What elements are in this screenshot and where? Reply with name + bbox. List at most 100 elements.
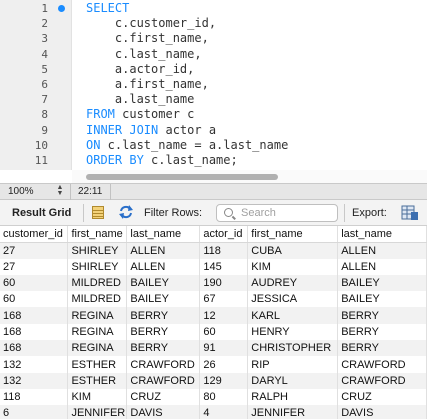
table-cell[interactable]: BAILEY (126, 274, 201, 292)
table-cell[interactable]: REGINA (67, 323, 128, 341)
filter-search-box[interactable] (216, 204, 338, 222)
table-cell[interactable]: CRAWFORD (126, 356, 201, 373)
table-cell[interactable]: DAVIS (337, 405, 427, 419)
table-cell[interactable]: JENNIFER (247, 405, 339, 419)
column-header[interactable]: first_name (247, 226, 339, 243)
table-cell[interactable]: DAVIS (126, 405, 201, 419)
table-cell[interactable]: RIP (247, 356, 339, 373)
column-header[interactable]: customer_id (0, 226, 69, 243)
table-row[interactable]: 132 ESTHER CRAWFORD 129 DARYL CRAWFORD (0, 372, 427, 389)
code-line[interactable]: 9 INNER JOIN actor a (0, 123, 427, 138)
column-header[interactable]: last_name (337, 226, 427, 243)
table-cell[interactable]: 168 (0, 307, 69, 324)
code-line[interactable]: 4 c.last_name, (0, 47, 427, 62)
table-cell[interactable]: 168 (0, 340, 69, 357)
table-cell[interactable]: BAILEY (337, 291, 427, 308)
table-cell[interactable]: KIM (67, 388, 128, 406)
table-cell[interactable]: BAILEY (337, 274, 427, 292)
code-line[interactable]: 11 ORDER BY c.last_name; (0, 153, 427, 168)
code-line[interactable]: 1 SELECT (0, 1, 427, 16)
table-cell[interactable]: BERRY (337, 307, 427, 324)
table-cell[interactable]: 6 (0, 405, 69, 419)
table-cell[interactable]: JESSICA (247, 291, 339, 308)
table-cell[interactable]: SHIRLEY (67, 242, 128, 259)
table-row[interactable]: 118 KIM CRUZ 80 RALPH CRUZ (0, 388, 427, 406)
table-cell[interactable]: BERRY (337, 323, 427, 341)
table-cell[interactable]: KARL (247, 307, 339, 324)
code-line[interactable]: 3 c.first_name, (0, 31, 427, 46)
scrollbar-thumb[interactable] (86, 174, 278, 180)
table-cell[interactable]: BERRY (126, 340, 201, 357)
table-row[interactable]: 168 REGINA BERRY 12 KARL BERRY (0, 307, 427, 324)
table-cell[interactable]: AUDREY (247, 274, 339, 292)
table-cell[interactable]: 168 (0, 323, 69, 341)
code-line[interactable]: 5 a.actor_id, (0, 62, 427, 77)
table-cell[interactable]: CRAWFORD (337, 356, 427, 373)
table-cell[interactable]: 118 (0, 388, 69, 406)
code-line[interactable]: 6 a.first_name, (0, 77, 427, 92)
table-row[interactable]: 27 SHIRLEY ALLEN 145 KIM ALLEN (0, 258, 427, 275)
table-cell[interactable]: JENNIFER (67, 405, 128, 419)
up-down-stepper-icon[interactable]: ▲ ▼ (55, 184, 65, 198)
table-cell[interactable]: 132 (0, 372, 69, 389)
code-line[interactable]: 7 a.last_name (0, 92, 427, 107)
table-cell[interactable]: ALLEN (126, 242, 201, 259)
result-grid[interactable]: customer_id first_name last_name actor_id fi… (0, 226, 427, 419)
table-cell[interactable]: CRAWFORD (337, 372, 427, 389)
table-cell[interactable]: 60 (0, 291, 69, 308)
table-cell[interactable]: ESTHER (67, 372, 128, 389)
table-cell[interactable]: BERRY (126, 323, 201, 341)
table-cell[interactable]: RALPH (247, 388, 339, 406)
table-cell[interactable]: 26 (199, 356, 249, 373)
table-cell[interactable]: CRAWFORD (126, 372, 201, 389)
table-cell[interactable]: 91 (199, 340, 249, 357)
table-cell[interactable]: CHRISTOPHER (247, 340, 339, 357)
code-line[interactable]: 10 ON c.last_name = a.last_name (0, 138, 427, 153)
table-cell[interactable]: CUBA (247, 242, 339, 259)
table-row[interactable]: 132 ESTHER CRAWFORD 26 RIP CRAWFORD (0, 356, 427, 373)
table-cell[interactable]: SHIRLEY (67, 258, 128, 275)
table-row[interactable]: 168 REGINA BERRY 91 CHRISTOPHER BERRY (0, 340, 427, 357)
table-cell[interactable]: 190 (199, 274, 249, 292)
table-row[interactable]: 60 MILDRED BAILEY 190 AUDREY BAILEY (0, 274, 427, 292)
table-cell[interactable]: 67 (199, 291, 249, 308)
table-cell[interactable]: REGINA (67, 307, 128, 324)
table-row[interactable]: 6 JENNIFER DAVIS 4 JENNIFER DAVIS (0, 405, 427, 419)
table-row[interactable]: 27 SHIRLEY ALLEN 118 CUBA ALLEN (0, 242, 427, 259)
table-cell[interactable]: 80 (199, 388, 249, 406)
table-cell[interactable]: DARYL (247, 372, 339, 389)
table-row[interactable]: 168 REGINA BERRY 60 HENRY BERRY (0, 323, 427, 341)
filter-rows-input[interactable] (241, 206, 335, 220)
horizontal-scrollbar[interactable] (72, 170, 427, 183)
column-header[interactable]: actor_id (199, 226, 249, 243)
table-cell[interactable]: 132 (0, 356, 69, 373)
table-cell[interactable]: BERRY (337, 340, 427, 357)
table-cell[interactable]: CRUZ (337, 388, 427, 406)
column-header[interactable]: first_name (67, 226, 128, 243)
table-cell[interactable]: ESTHER (67, 356, 128, 373)
grid-view-icon[interactable] (92, 206, 104, 219)
table-cell[interactable]: CRUZ (126, 388, 201, 406)
table-cell[interactable]: 27 (0, 242, 69, 259)
table-cell[interactable]: 60 (199, 323, 249, 341)
table-cell[interactable]: BERRY (126, 307, 201, 324)
result-grid-tab[interactable]: Result Grid (12, 207, 71, 219)
table-cell[interactable]: 60 (0, 274, 69, 292)
table-cell[interactable]: HENRY (247, 323, 339, 341)
table-cell[interactable]: REGINA (67, 340, 128, 357)
table-cell[interactable]: 12 (199, 307, 249, 324)
export-icon[interactable] (401, 205, 419, 221)
table-cell[interactable]: KIM (247, 258, 339, 275)
code-line[interactable]: 8 FROM customer c (0, 107, 427, 122)
table-row[interactable]: 60 MILDRED BAILEY 67 JESSICA BAILEY (0, 291, 427, 308)
table-cell[interactable]: BAILEY (126, 291, 201, 308)
table-cell[interactable]: ALLEN (337, 242, 427, 259)
refresh-icon[interactable] (117, 203, 135, 221)
table-cell[interactable]: MILDRED (67, 274, 128, 292)
table-cell[interactable]: MILDRED (67, 291, 128, 308)
sql-editor[interactable]: 1 SELECT 2 c.customer_id, 3 c.first_name, 4 … (0, 0, 427, 183)
code-line[interactable]: 2 c.customer_id, (0, 16, 427, 31)
table-cell[interactable]: 27 (0, 258, 69, 275)
table-cell[interactable]: 4 (199, 405, 249, 419)
table-cell[interactable]: 129 (199, 372, 249, 389)
